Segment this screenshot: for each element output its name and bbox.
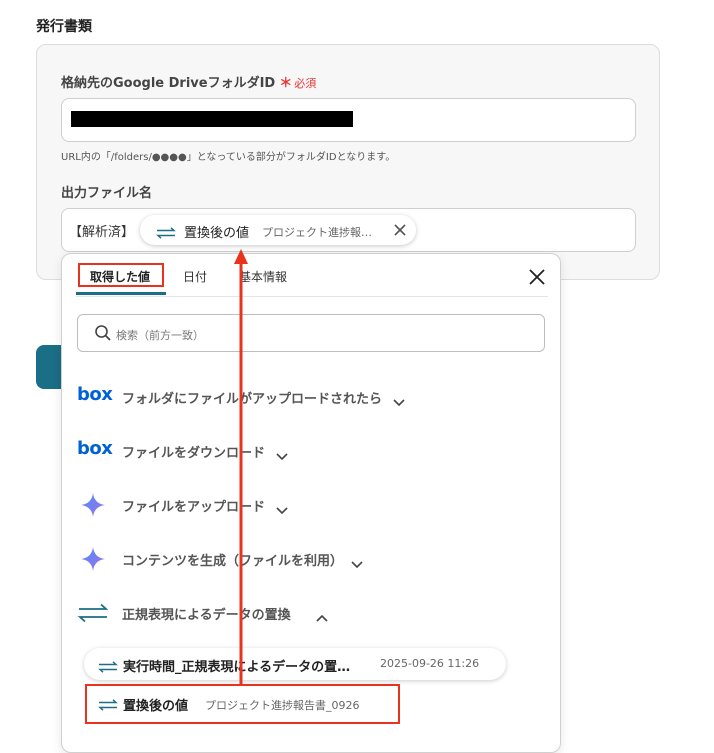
replace-arrows-icon [156,224,176,243]
list-item-gemini-upload[interactable]: ファイルをアップロード [77,490,547,520]
chip-subtitle: プロジェクト進捗報… [262,226,372,239]
filename-input[interactable]: 【解析済】 置換後の値 プロジェクト進捗報… [61,208,636,252]
active-tab-indicator [76,292,166,295]
list-item-box-upload-trigger[interactable]: box フォルダにファイルがアップロードされたら [77,382,547,412]
tab-date[interactable]: 日付 [183,268,207,285]
sub-item-execution-time[interactable]: 実行時間_正規表現によるデータの置… 2025-09-26 11:26 [84,648,506,680]
required-star: ＊ [279,76,293,91]
list-item-label: ファイルをアップロード [122,500,266,515]
list-item-label: フォルダにファイルがアップロードされたら [122,392,383,407]
folder-id-input[interactable] [61,98,636,142]
chevron-down-icon [276,446,288,465]
folder-id-label: 格納先のGoogle DriveフォルダID ＊必須 [61,72,316,91]
chevron-down-icon [276,500,288,519]
list-item-regex-replace[interactable]: 正規表現によるデータの置換 [77,598,547,628]
list-item-gemini-generate[interactable]: コンテンツを生成（ファイルを利用） [77,544,547,574]
tab-basic-info[interactable]: 基本情報 [239,268,287,285]
box-logo: box [77,438,113,459]
box-logo: box [77,384,113,405]
chevron-down-icon [351,554,363,573]
list-item-label: コンテンツを生成（ファイルを利用） [122,554,344,569]
search-input[interactable]: 検索（前方一致） [77,314,545,352]
sub-item-meta: 2025-09-26 11:26 [380,657,480,670]
list-item-label: 正規表現によるデータの置換 [122,608,291,623]
value-chip[interactable]: 置換後の値 プロジェクト進捗報… [140,215,416,245]
search-icon [94,324,112,346]
chevron-up-icon [316,607,328,626]
chip-remove-icon[interactable] [392,222,408,242]
list-item-label: ファイルをダウンロード [122,446,266,461]
tab-divider [76,296,548,297]
replace-arrows-icon [77,600,111,626]
highlight-box-tab [78,263,164,287]
highlight-box-sub-item [85,684,400,724]
folder-id-label-text: 格納先のGoogle DriveフォルダID [61,76,276,91]
filename-label: 出力ファイル名 [61,186,153,201]
chevron-down-icon [393,392,405,411]
folder-id-hint: URL内の「/folders/●●●●」となっている部分がフォルダIDとなります… [61,152,396,163]
search-placeholder: 検索（前方一致） [116,329,204,342]
section-title: 発行書類 [36,19,92,35]
replace-arrows-icon [98,658,118,677]
redacted-value [71,111,353,127]
sub-item-title: 実行時間_正規表現によるデータの置… [123,660,351,675]
required-text: 必須 [294,77,317,90]
filename-prefix: 【解析済】 [69,225,135,240]
gemini-sparkle-icon [77,492,111,518]
chip-title: 置換後の値 [184,226,250,241]
gemini-sparkle-icon [77,546,111,572]
list-item-box-download[interactable]: box ファイルをダウンロード [77,436,547,466]
close-icon[interactable] [528,268,546,290]
